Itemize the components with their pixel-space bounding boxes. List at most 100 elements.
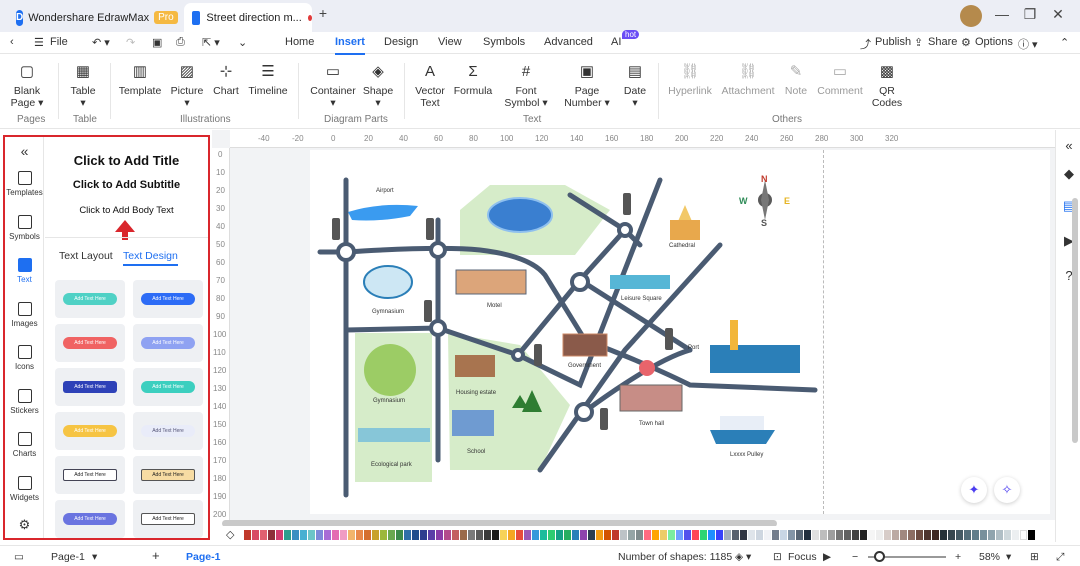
collapse-icon[interactable]: «	[5, 143, 44, 159]
color-swatch[interactable]	[436, 530, 443, 540]
color-swatch[interactable]	[284, 530, 291, 540]
comment-button[interactable]: ▭ Comment	[816, 63, 864, 97]
color-swatch[interactable]	[468, 530, 475, 540]
color-swatch[interactable]	[828, 530, 835, 540]
color-swatch[interactable]	[996, 530, 1003, 540]
color-swatch[interactable]	[820, 530, 827, 540]
zoom-level[interactable]: 58%	[979, 551, 1000, 563]
color-swatch[interactable]	[844, 530, 851, 540]
container-button[interactable]: ▭ Container ▾	[308, 63, 358, 109]
tab-view[interactable]: View	[438, 36, 462, 48]
color-swatch[interactable]	[1020, 530, 1027, 540]
color-swatch[interactable]	[660, 530, 667, 540]
sidebar-item-symbols[interactable]: Symbols	[5, 215, 44, 241]
color-swatch[interactable]	[388, 530, 395, 540]
tab-text-design[interactable]: Text Design	[123, 250, 178, 266]
page-tab-active[interactable]: Page-1	[186, 551, 220, 563]
color-swatch[interactable]	[972, 530, 979, 540]
minimize-button[interactable]: —	[992, 6, 1012, 22]
color-swatch[interactable]	[964, 530, 971, 540]
app-tab[interactable]: D Wondershare EdrawMax Pro	[8, 3, 178, 32]
add-page-button[interactable]: +	[152, 548, 160, 563]
sidebar-item-text[interactable]: Text	[5, 258, 44, 284]
zoom-dropdown-icon[interactable]: ▾	[1006, 551, 1011, 563]
tab-home[interactable]: Home	[285, 36, 314, 48]
canvas-area[interactable]: -40 -20 0 20 40 60 80 100 120 140 160 18…	[212, 130, 1055, 520]
color-swatch[interactable]	[540, 530, 547, 540]
color-swatch[interactable]	[300, 530, 307, 540]
color-swatch[interactable]	[348, 530, 355, 540]
color-swatch[interactable]	[900, 530, 907, 540]
picture-button[interactable]: ▨ Picture ▾	[168, 63, 206, 109]
tab-design[interactable]: Design	[384, 36, 418, 48]
zoom-slider-thumb[interactable]	[874, 551, 885, 562]
export-icon[interactable]: ⇱ ▾	[202, 36, 220, 49]
text-style-tile[interactable]: Add Text Here	[55, 368, 125, 406]
font-symbol-button[interactable]: # Font Symbol ▾	[504, 63, 548, 109]
color-swatch[interactable]	[988, 530, 995, 540]
paint-bucket-icon[interactable]: ◇	[226, 528, 234, 541]
text-style-tile[interactable]: Add Text Here	[133, 500, 203, 538]
date-button[interactable]: ▤ Date ▾	[618, 63, 652, 109]
color-swatch[interactable]	[924, 530, 931, 540]
hamburger-icon[interactable]: ☰	[34, 36, 44, 49]
color-swatch[interactable]	[644, 530, 651, 540]
redo-icon[interactable]: ↷	[126, 36, 135, 49]
zoom-in-button[interactable]: +	[955, 551, 961, 563]
help-icon[interactable]: ⓘ ▾	[1018, 36, 1038, 52]
color-swatch[interactable]	[316, 530, 323, 540]
color-swatch[interactable]	[868, 530, 875, 540]
color-swatch[interactable]	[852, 530, 859, 540]
color-swatch[interactable]	[444, 530, 451, 540]
sidebar-item-templates[interactable]: Templates	[5, 171, 44, 197]
color-swatch[interactable]	[516, 530, 523, 540]
qr-codes-button[interactable]: ▩ QR Codes	[870, 63, 904, 109]
drawing-page[interactable]: Airport Cathedral Gymnasium Motel Leisur…	[310, 150, 1050, 514]
vector-text-button[interactable]: A Vector Text	[410, 63, 450, 109]
attachment-button[interactable]: ⛓ Attachment	[720, 63, 776, 97]
color-swatch[interactable]	[268, 530, 275, 540]
color-swatch[interactable]	[532, 530, 539, 540]
page-selector[interactable]: Page-1	[51, 551, 85, 563]
color-swatch[interactable]	[404, 530, 411, 540]
table-button[interactable]: ▦ Table ▾	[64, 63, 102, 109]
color-swatch[interactable]	[324, 530, 331, 540]
template-button[interactable]: ▥ Template	[116, 63, 164, 97]
color-swatch[interactable]	[628, 530, 635, 540]
color-swatch[interactable]	[604, 530, 611, 540]
tab-ai[interactable]: AI	[611, 36, 621, 48]
color-swatch[interactable]	[460, 530, 467, 540]
zoom-out-button[interactable]: −	[852, 551, 858, 563]
color-swatch[interactable]	[332, 530, 339, 540]
text-style-tile[interactable]: Add Text Here	[133, 368, 203, 406]
color-swatch[interactable]	[1012, 530, 1019, 540]
color-swatch[interactable]	[596, 530, 603, 540]
color-swatch[interactable]	[772, 530, 779, 540]
color-swatch[interactable]	[636, 530, 643, 540]
color-swatch[interactable]	[476, 530, 483, 540]
color-swatch[interactable]	[764, 530, 771, 540]
text-style-tile[interactable]: Add Text Here	[55, 500, 125, 538]
color-swatch[interactable]	[356, 530, 363, 540]
color-swatch[interactable]	[908, 530, 915, 540]
add-subtitle-text[interactable]: Click to Add Subtitle	[45, 179, 208, 191]
hyperlink-button[interactable]: ⛓ Hyperlink	[666, 63, 714, 97]
color-swatch[interactable]	[452, 530, 459, 540]
color-swatch[interactable]	[684, 530, 691, 540]
color-swatch[interactable]	[956, 530, 963, 540]
color-swatch[interactable]	[492, 530, 499, 540]
color-swatch[interactable]	[396, 530, 403, 540]
focus-button[interactable]: Focus	[788, 551, 817, 563]
color-swatch[interactable]	[732, 530, 739, 540]
color-swatch[interactable]	[308, 530, 315, 540]
color-swatch[interactable]	[836, 530, 843, 540]
color-swatch[interactable]	[580, 530, 587, 540]
color-swatch[interactable]	[796, 530, 803, 540]
share-button[interactable]: Share	[928, 36, 957, 48]
sidebar-item-icons[interactable]: Icons	[5, 345, 44, 371]
undo-icon[interactable]: ↶ ▾	[92, 36, 110, 49]
document-tab[interactable]: Street direction m...	[184, 3, 312, 32]
text-style-tile[interactable]: Add Text Here	[55, 456, 125, 494]
color-swatch[interactable]	[884, 530, 891, 540]
color-swatch[interactable]	[756, 530, 763, 540]
